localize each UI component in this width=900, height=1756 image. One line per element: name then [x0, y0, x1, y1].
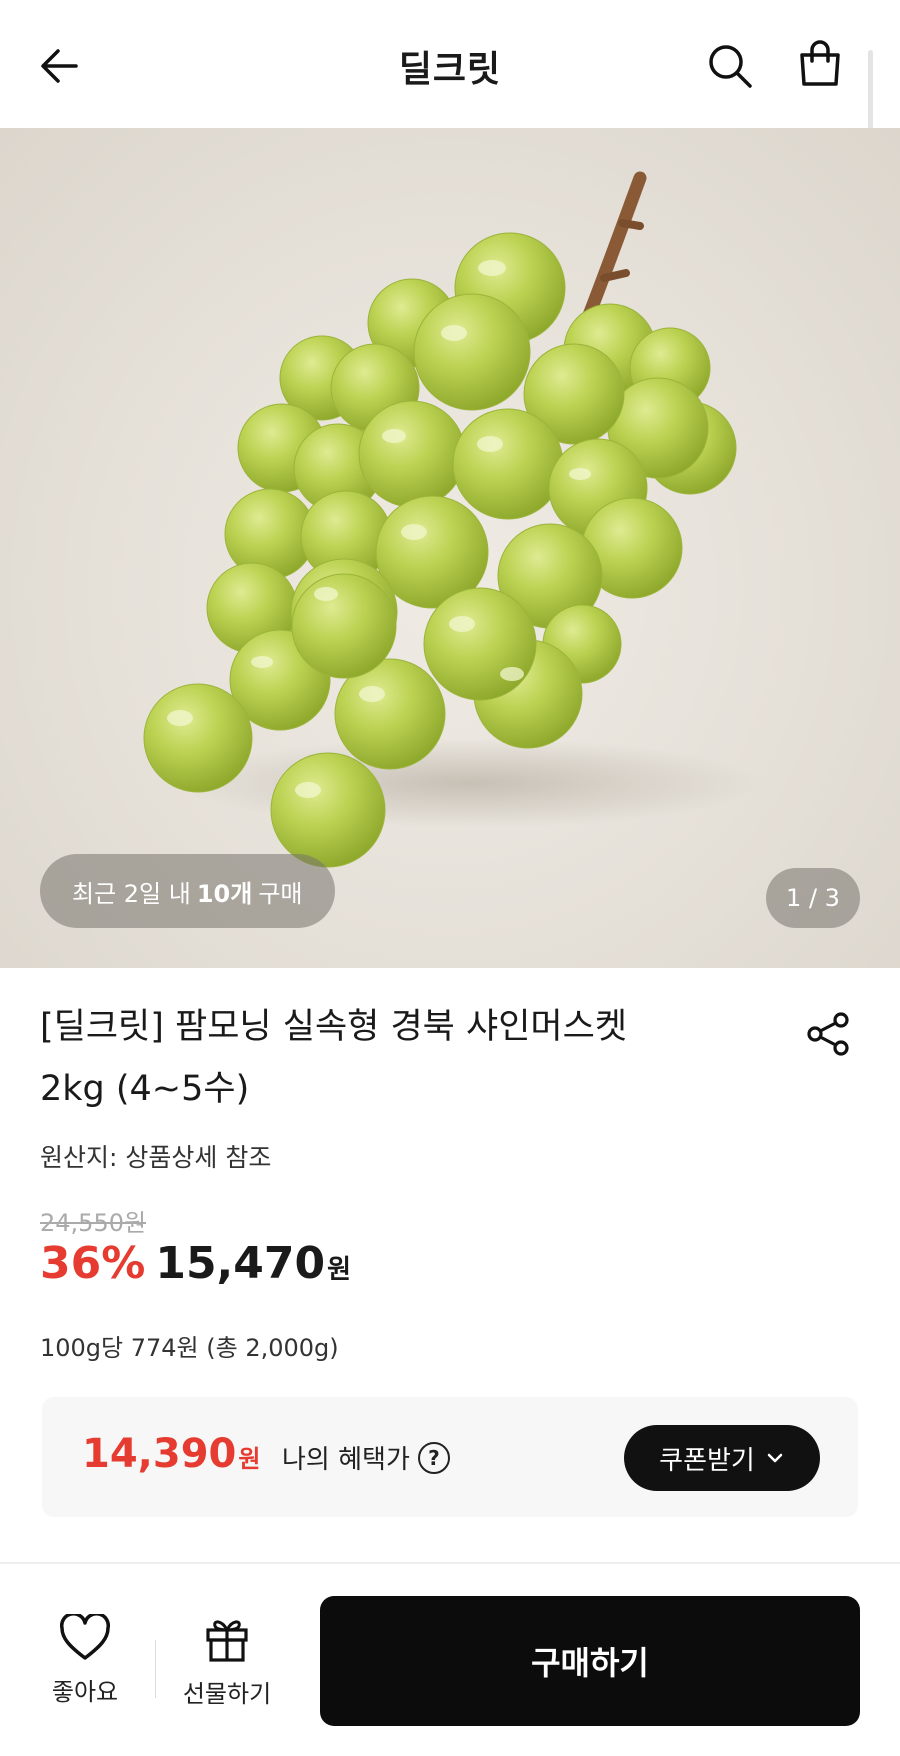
recent-purchase-count: 10개	[196, 879, 253, 908]
image-page-counter: 1 / 3	[766, 868, 860, 928]
product-title: [딜크릿] 팜모닝 실속형 경북 샤인머스켓 2kg (4~5수)	[40, 1007, 628, 1109]
heart-icon	[59, 1614, 111, 1660]
benefit-amount: 14,390	[82, 1431, 237, 1477]
product-image-carousel[interactable]: 최근 2일 내 10개 구매 1 / 3	[0, 128, 900, 968]
bottom-bar-separator	[155, 1640, 156, 1698]
help-icon[interactable]: ?	[417, 1441, 450, 1474]
benefit-label: 나의 혜택가	[282, 1445, 410, 1475]
benefit-price: 14,390 원	[82, 1431, 260, 1477]
price-row: 36% 15,470 원	[40, 1238, 351, 1289]
page-title: 딜크릿	[398, 49, 502, 90]
gift-label: 선물하기	[182, 1680, 272, 1708]
discount-rate: 36%	[40, 1238, 146, 1289]
origin-info: 원산지: 상품상세 참조	[40, 1143, 272, 1172]
buy-button[interactable]: 구매하기	[320, 1596, 860, 1726]
shopping-bag-icon	[800, 40, 840, 86]
gift-icon	[206, 1620, 248, 1662]
top-header: 딜크릿	[0, 0, 900, 250]
search-button[interactable]	[700, 36, 760, 96]
benefit-label-group: 나의 혜택가 ?	[282, 1439, 450, 1476]
bottom-bar-divider	[0, 1562, 900, 1564]
benefit-price-box: 14,390 원 나의 혜택가 ? 쿠폰받기	[42, 1397, 858, 1517]
original-price: 24,550원	[40, 1209, 147, 1237]
sale-price: 15,470	[155, 1238, 326, 1289]
recent-purchase-badge: 최근 2일 내 10개 구매	[40, 854, 335, 928]
gift-button[interactable]: 선물하기	[172, 1614, 282, 1724]
share-button[interactable]	[800, 1006, 856, 1062]
grape-image	[143, 171, 760, 868]
like-button[interactable]: 좋아요	[40, 1614, 130, 1724]
recent-purchase-suffix: 구매	[258, 879, 303, 908]
search-icon	[709, 45, 752, 88]
benefit-currency: 원	[238, 1445, 261, 1473]
cart-button[interactable]	[790, 34, 850, 94]
coupon-button-label: 쿠폰받기	[659, 1445, 755, 1476]
coupon-button[interactable]: 쿠폰받기	[624, 1425, 820, 1491]
sale-price-currency: 원	[327, 1255, 352, 1285]
share-icon	[807, 1012, 849, 1056]
chevron-down-icon	[767, 1453, 783, 1463]
like-label: 좋아요	[51, 1678, 119, 1706]
recent-purchase-prefix: 최근 2일 내	[72, 879, 191, 908]
unit-price: 100g당 774원 (총 2,000g)	[40, 1334, 339, 1362]
